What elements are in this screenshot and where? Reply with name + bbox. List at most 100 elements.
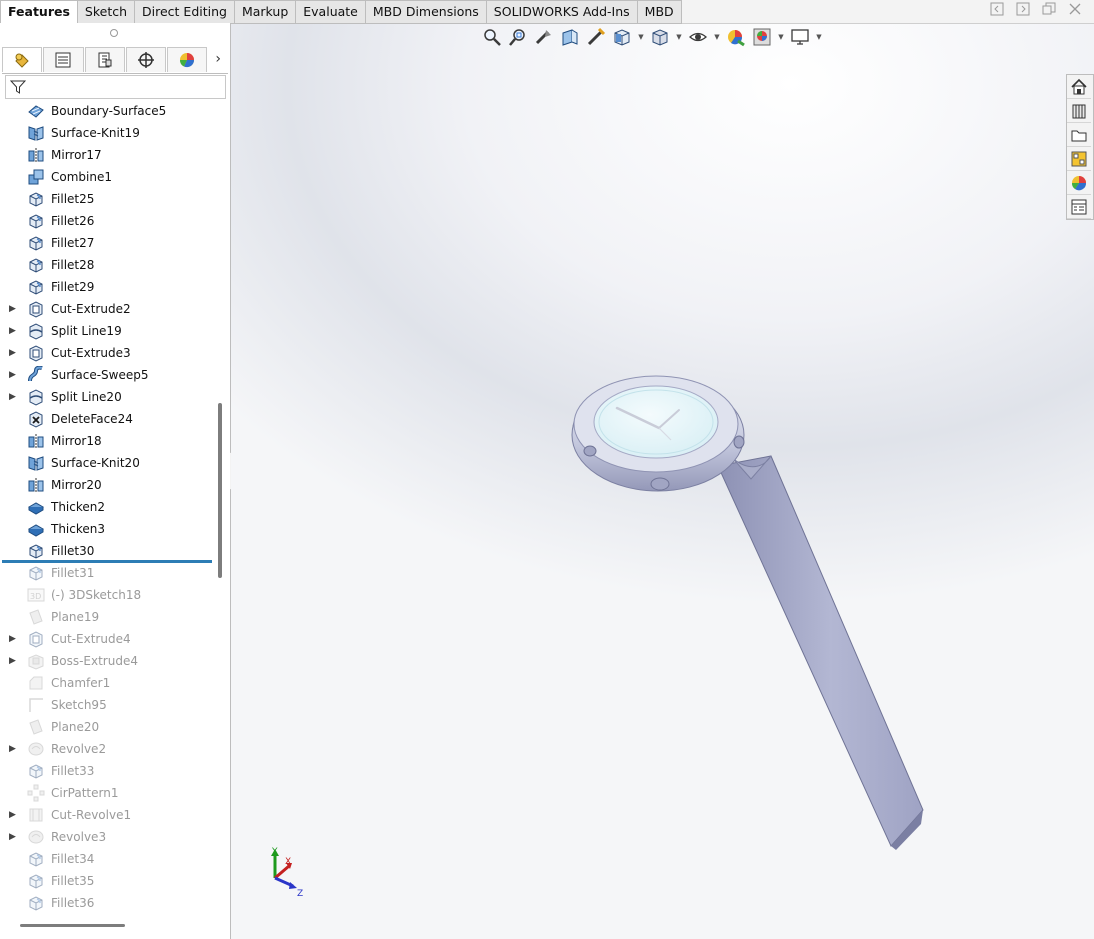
tree-item-cut-revolve1[interactable]: ▶ Cut-Revolve1 <box>0 804 213 826</box>
fillet-icon <box>27 872 45 890</box>
solidworks-resources-icon[interactable] <box>1067 75 1091 99</box>
tree-item-fillet28[interactable]: Fillet28 <box>0 254 213 276</box>
tab-mbd-dimensions[interactable]: MBD Dimensions <box>365 0 487 24</box>
tree-item-cut-extrude3[interactable]: ▶ Cut-Extrude3 <box>0 342 213 364</box>
tab-mbd[interactable]: MBD <box>637 0 682 24</box>
tree-item-3dsketch18[interactable]: 3D (-) 3DSketch18 <box>0 584 213 606</box>
tree-item-fillet30[interactable]: Fillet30 <box>0 540 213 562</box>
tree-item-surface-sweep5[interactable]: ▶ Surface-Sweep5 <box>0 364 213 386</box>
fillet-icon <box>27 256 45 274</box>
tree-item-label: Split Line20 <box>51 390 122 404</box>
view-palette-icon[interactable] <box>1067 147 1091 171</box>
tree-item-label: Cut-Revolve1 <box>51 808 132 822</box>
tree-item-chamfer1[interactable]: Chamfer1 <box>0 672 213 694</box>
expand-arrow-icon[interactable]: ▶ <box>9 634 17 644</box>
tree-item-label: Split Line19 <box>51 324 122 338</box>
chevron-right-icon[interactable]: › <box>208 47 228 71</box>
tree-item-boss-extrude4[interactable]: ▶ Boss-Extrude4 <box>0 650 213 672</box>
tree-item-fillet34[interactable]: Fillet34 <box>0 848 213 870</box>
displaymanager-icon[interactable] <box>167 47 208 72</box>
manager-tabs: › <box>2 47 228 74</box>
collapse-right-icon[interactable] <box>1014 2 1032 20</box>
tree-item-fillet31[interactable]: Fillet31 <box>0 562 213 584</box>
propertymanager-icon[interactable] <box>43 47 84 72</box>
appearances-icon[interactable] <box>1067 171 1091 195</box>
tab-evaluate[interactable]: Evaluate <box>296 0 366 24</box>
tree-item-surface-knit20[interactable]: Surface-Knit20 <box>0 452 213 474</box>
tree-item-combine1[interactable]: Combine1 <box>0 166 213 188</box>
revolve-icon <box>27 828 45 846</box>
expand-arrow-icon[interactable]: ▶ <box>9 370 17 380</box>
tree-item-fillet33[interactable]: Fillet33 <box>0 760 213 782</box>
expand-arrow-icon[interactable]: ▶ <box>9 326 17 336</box>
expand-arrow-icon[interactable]: ▶ <box>9 392 17 402</box>
tree-item-revolve2[interactable]: ▶ Revolve2 <box>0 738 213 760</box>
boundary-surface-icon <box>27 102 45 120</box>
design-library-icon[interactable] <box>1067 99 1091 123</box>
triad-z-label: Z <box>297 889 303 899</box>
tree-item-fillet29[interactable]: Fillet29 <box>0 276 213 298</box>
tree-item-split-line20[interactable]: ▶ Split Line20 <box>0 386 213 408</box>
tree-item-fillet35[interactable]: Fillet35 <box>0 870 213 892</box>
tree-item-surface-knit19[interactable]: Surface-Knit19 <box>0 122 213 144</box>
tree-item-boundary-surface5[interactable]: Boundary-Surface5 <box>0 100 213 122</box>
tree-item-mirror18[interactable]: Mirror18 <box>0 430 213 452</box>
featuremanager-icon[interactable] <box>2 47 43 72</box>
expand-arrow-icon[interactable]: ▶ <box>9 656 17 666</box>
tree-item-deleteface24[interactable]: DeleteFace24 <box>0 408 213 430</box>
graphics-area[interactable]: ▼ ▼ ▼ ▼ ▼ Y X Z <box>231 24 1094 939</box>
tab-direct-editing[interactable]: Direct Editing <box>135 0 235 24</box>
delete-face-icon <box>27 410 45 428</box>
tree-horizontal-scrollbar[interactable] <box>20 924 125 927</box>
restore-window-icon[interactable] <box>1040 2 1058 20</box>
expand-arrow-icon[interactable]: ▶ <box>9 832 17 842</box>
tree-item-sketch95[interactable]: Sketch95 <box>0 694 213 716</box>
tree-item-plane19[interactable]: Plane19 <box>0 606 213 628</box>
tree-item-cut-extrude4[interactable]: ▶ Cut-Extrude4 <box>0 628 213 650</box>
expand-arrow-icon[interactable]: ▶ <box>9 304 17 314</box>
tree-item-label: Boundary-Surface5 <box>51 104 167 118</box>
tree-item-plane20[interactable]: Plane20 <box>0 716 213 738</box>
tree-item-mirror17[interactable]: Mirror17 <box>0 144 213 166</box>
watch-model[interactable] <box>231 24 1094 939</box>
custom-properties-icon[interactable] <box>1067 195 1091 219</box>
tree-item-fillet25[interactable]: Fillet25 <box>0 188 213 210</box>
tree-item-fillet27[interactable]: Fillet27 <box>0 232 213 254</box>
tree-vertical-scrollbar[interactable] <box>218 403 222 578</box>
tab-features[interactable]: Features <box>0 0 78 24</box>
tree-item-mirror20[interactable]: Mirror20 <box>0 474 213 496</box>
tree-item-revolve3[interactable]: ▶ Revolve3 <box>0 826 213 848</box>
tree-item-label: Thicken3 <box>51 522 106 536</box>
expand-arrow-icon[interactable]: ▶ <box>9 348 17 358</box>
tree-item-label: Mirror18 <box>51 434 102 448</box>
dimxpertmanager-icon[interactable] <box>125 47 167 72</box>
plane-icon <box>27 718 45 736</box>
tree-item-thicken2[interactable]: Thicken2 <box>0 496 213 518</box>
collapse-left-icon[interactable] <box>988 2 1006 20</box>
tree-item-label: Surface-Knit20 <box>51 456 140 470</box>
tree-item-label: Surface-Sweep5 <box>51 368 149 382</box>
tree-item-cut-extrude2[interactable]: ▶ Cut-Extrude2 <box>0 298 213 320</box>
tab-markup[interactable]: Markup <box>234 0 297 24</box>
expand-arrow-icon[interactable]: ▶ <box>9 744 17 754</box>
tree-item-cirpattern1[interactable]: CirPattern1 <box>0 782 213 804</box>
rollback-bar[interactable] <box>2 560 212 563</box>
surface-knit-icon <box>27 454 45 472</box>
file-explorer-icon[interactable] <box>1067 123 1091 147</box>
panel-grip-icon[interactable] <box>110 29 118 37</box>
tab-solidworks-add-ins[interactable]: SOLIDWORKS Add-Ins <box>486 0 638 24</box>
expand-arrow-icon[interactable]: ▶ <box>9 810 17 820</box>
tree-item-label: Fillet35 <box>51 874 95 888</box>
configurationmanager-icon[interactable] <box>84 47 125 72</box>
tree-item-split-line19[interactable]: ▶ Split Line19 <box>0 320 213 342</box>
tree-item-fillet26[interactable]: Fillet26 <box>0 210 213 232</box>
tab-sketch[interactable]: Sketch <box>77 0 136 24</box>
feature-filter[interactable] <box>5 75 226 99</box>
cut-extrude-icon <box>27 300 45 318</box>
tree-item-fillet36[interactable]: Fillet36 <box>0 892 213 914</box>
tree-item-label: Mirror20 <box>51 478 102 492</box>
mirror-icon <box>27 432 45 450</box>
tree-item-label: Cut-Extrude2 <box>51 302 131 316</box>
close-window-icon[interactable] <box>1066 2 1084 20</box>
tree-item-thicken3[interactable]: Thicken3 <box>0 518 213 540</box>
